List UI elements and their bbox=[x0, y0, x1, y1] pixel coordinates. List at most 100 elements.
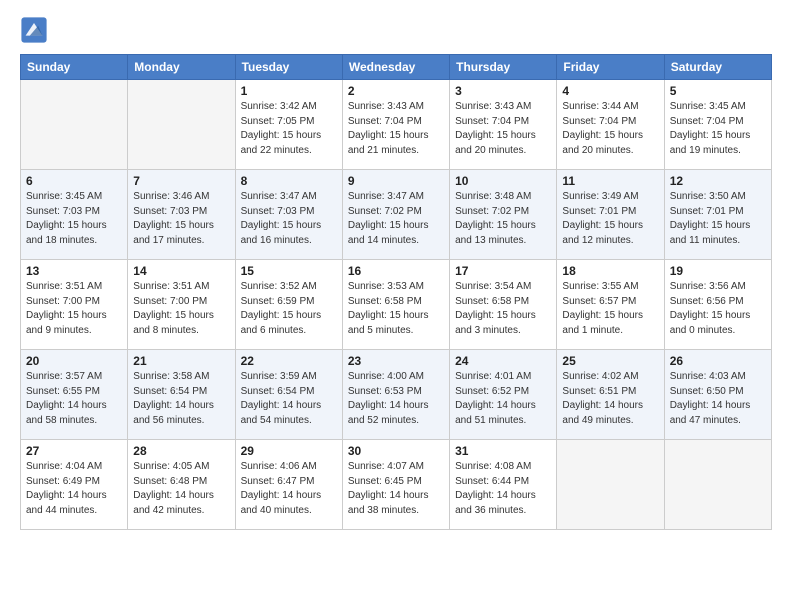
day-number: 21 bbox=[133, 354, 229, 368]
calendar-cell: 24 Sunrise: 4:01 AMSunset: 6:52 PMDayligh… bbox=[450, 350, 557, 440]
calendar-cell: 25 Sunrise: 4:02 AMSunset: 6:51 PMDayligh… bbox=[557, 350, 664, 440]
calendar-cell: 3 Sunrise: 3:43 AMSunset: 7:04 PMDaylight… bbox=[450, 80, 557, 170]
day-info: Sunrise: 3:44 AMSunset: 7:04 PMDaylight:… bbox=[562, 100, 658, 158]
day-info: Sunrise: 3:48 AMSunset: 7:02 PMDaylight:… bbox=[455, 190, 551, 248]
day-number: 23 bbox=[348, 354, 444, 368]
calendar-cell: 21 Sunrise: 3:58 AMSunset: 6:54 PMDayligh… bbox=[128, 350, 235, 440]
calendar-cell: 26Sunrise: 4:03 AMSunset: 6:50 PMDayligh… bbox=[664, 350, 771, 440]
day-info: Sunrise: 4:03 AMSunset: 6:50 PMDaylight:… bbox=[670, 370, 766, 428]
day-info: Sunrise: 4:07 AMSunset: 6:45 PMDaylight:… bbox=[348, 460, 444, 518]
calendar-cell bbox=[664, 440, 771, 530]
day-info: Sunrise: 3:45 AMSunset: 7:04 PMDaylight:… bbox=[670, 100, 766, 158]
calendar-cell bbox=[557, 440, 664, 530]
day-number: 18 bbox=[562, 264, 658, 278]
day-info: Sunrise: 3:54 AMSunset: 6:58 PMDaylight:… bbox=[455, 280, 551, 338]
calendar-weekday-friday: Friday bbox=[557, 55, 664, 80]
day-number: 20 bbox=[26, 354, 122, 368]
day-info: Sunrise: 3:51 AMSunset: 7:00 PMDaylight:… bbox=[133, 280, 229, 338]
day-info: Sunrise: 3:45 AMSunset: 7:03 PMDaylight:… bbox=[26, 190, 122, 248]
calendar-cell: 28Sunrise: 4:05 AMSunset: 6:48 PMDayligh… bbox=[128, 440, 235, 530]
calendar-cell: 13 Sunrise: 3:51 AMSunset: 7:00 PMDayligh… bbox=[21, 260, 128, 350]
day-number: 15 bbox=[241, 264, 337, 278]
calendar-cell: 5 Sunrise: 3:45 AMSunset: 7:04 PMDaylight… bbox=[664, 80, 771, 170]
day-number: 22 bbox=[241, 354, 337, 368]
day-number: 12 bbox=[670, 174, 766, 188]
day-number: 6 bbox=[26, 174, 122, 188]
day-info: Sunrise: 3:43 AMSunset: 7:04 PMDaylight:… bbox=[455, 100, 551, 158]
day-info: Sunrise: 4:05 AMSunset: 6:48 PMDaylight:… bbox=[133, 460, 229, 518]
calendar-weekday-monday: Monday bbox=[128, 55, 235, 80]
calendar-cell: 11 Sunrise: 3:49 AMSunset: 7:01 PMDayligh… bbox=[557, 170, 664, 260]
day-info: Sunrise: 3:47 AMSunset: 7:03 PMDaylight:… bbox=[241, 190, 337, 248]
day-number: 10 bbox=[455, 174, 551, 188]
calendar-cell: 20 Sunrise: 3:57 AMSunset: 6:55 PMDayligh… bbox=[21, 350, 128, 440]
day-info: Sunrise: 3:58 AMSunset: 6:54 PMDaylight:… bbox=[133, 370, 229, 428]
day-number: 31 bbox=[455, 444, 551, 458]
calendar-week-row: 13 Sunrise: 3:51 AMSunset: 7:00 PMDayligh… bbox=[21, 260, 772, 350]
day-info: Sunrise: 4:04 AMSunset: 6:49 PMDaylight:… bbox=[26, 460, 122, 518]
calendar-cell: 19 Sunrise: 3:56 AMSunset: 6:56 PMDayligh… bbox=[664, 260, 771, 350]
calendar-cell: 12 Sunrise: 3:50 AMSunset: 7:01 PMDayligh… bbox=[664, 170, 771, 260]
day-number: 13 bbox=[26, 264, 122, 278]
calendar-cell: 4 Sunrise: 3:44 AMSunset: 7:04 PMDaylight… bbox=[557, 80, 664, 170]
day-number: 25 bbox=[562, 354, 658, 368]
day-info: Sunrise: 3:43 AMSunset: 7:04 PMDaylight:… bbox=[348, 100, 444, 158]
calendar-table: SundayMondayTuesdayWednesdayThursdayFrid… bbox=[20, 54, 772, 530]
logo bbox=[20, 16, 52, 44]
day-info: Sunrise: 3:49 AMSunset: 7:01 PMDaylight:… bbox=[562, 190, 658, 248]
calendar-weekday-wednesday: Wednesday bbox=[342, 55, 449, 80]
calendar-cell bbox=[21, 80, 128, 170]
calendar-cell: 14Sunrise: 3:51 AMSunset: 7:00 PMDayligh… bbox=[128, 260, 235, 350]
calendar-cell: 6 Sunrise: 3:45 AMSunset: 7:03 PMDaylight… bbox=[21, 170, 128, 260]
logo-icon bbox=[20, 16, 48, 44]
calendar-cell: 10 Sunrise: 3:48 AMSunset: 7:02 PMDayligh… bbox=[450, 170, 557, 260]
calendar-cell: 30 Sunrise: 4:07 AMSunset: 6:45 PMDayligh… bbox=[342, 440, 449, 530]
day-info: Sunrise: 4:01 AMSunset: 6:52 PMDaylight:… bbox=[455, 370, 551, 428]
day-number: 29 bbox=[241, 444, 337, 458]
day-info: Sunrise: 3:52 AMSunset: 6:59 PMDaylight:… bbox=[241, 280, 337, 338]
day-info: Sunrise: 3:46 AMSunset: 7:03 PMDaylight:… bbox=[133, 190, 229, 248]
day-number: 4 bbox=[562, 84, 658, 98]
calendar-cell bbox=[128, 80, 235, 170]
day-number: 7 bbox=[133, 174, 229, 188]
calendar-week-row: 20 Sunrise: 3:57 AMSunset: 6:55 PMDayligh… bbox=[21, 350, 772, 440]
calendar-header-row: SundayMondayTuesdayWednesdayThursdayFrid… bbox=[21, 55, 772, 80]
day-info: Sunrise: 3:42 AMSunset: 7:05 PMDaylight:… bbox=[241, 100, 337, 158]
calendar-weekday-saturday: Saturday bbox=[664, 55, 771, 80]
day-info: Sunrise: 3:57 AMSunset: 6:55 PMDaylight:… bbox=[26, 370, 122, 428]
day-number: 19 bbox=[670, 264, 766, 278]
day-number: 2 bbox=[348, 84, 444, 98]
day-info: Sunrise: 3:55 AMSunset: 6:57 PMDaylight:… bbox=[562, 280, 658, 338]
calendar-cell: 15 Sunrise: 3:52 AMSunset: 6:59 PMDayligh… bbox=[235, 260, 342, 350]
calendar-cell: 31 Sunrise: 4:08 AMSunset: 6:44 PMDayligh… bbox=[450, 440, 557, 530]
calendar-cell: 22 Sunrise: 3:59 AMSunset: 6:54 PMDayligh… bbox=[235, 350, 342, 440]
day-number: 30 bbox=[348, 444, 444, 458]
day-info: Sunrise: 3:56 AMSunset: 6:56 PMDaylight:… bbox=[670, 280, 766, 338]
calendar-cell: 9Sunrise: 3:47 AMSunset: 7:02 PMDaylight… bbox=[342, 170, 449, 260]
day-info: Sunrise: 4:08 AMSunset: 6:44 PMDaylight:… bbox=[455, 460, 551, 518]
day-info: Sunrise: 3:59 AMSunset: 6:54 PMDaylight:… bbox=[241, 370, 337, 428]
calendar-week-row: 1 Sunrise: 3:42 AMSunset: 7:05 PMDaylight… bbox=[21, 80, 772, 170]
day-number: 1 bbox=[241, 84, 337, 98]
calendar-cell: 29Sunrise: 4:06 AMSunset: 6:47 PMDayligh… bbox=[235, 440, 342, 530]
day-number: 3 bbox=[455, 84, 551, 98]
day-number: 5 bbox=[670, 84, 766, 98]
day-number: 8 bbox=[241, 174, 337, 188]
day-number: 11 bbox=[562, 174, 658, 188]
day-info: Sunrise: 3:50 AMSunset: 7:01 PMDaylight:… bbox=[670, 190, 766, 248]
calendar-cell: 17 Sunrise: 3:54 AMSunset: 6:58 PMDayligh… bbox=[450, 260, 557, 350]
page: SundayMondayTuesdayWednesdayThursdayFrid… bbox=[0, 0, 792, 612]
day-number: 17 bbox=[455, 264, 551, 278]
day-info: Sunrise: 3:47 AMSunset: 7:02 PMDaylight:… bbox=[348, 190, 444, 248]
day-info: Sunrise: 3:51 AMSunset: 7:00 PMDaylight:… bbox=[26, 280, 122, 338]
calendar-cell: 7 Sunrise: 3:46 AMSunset: 7:03 PMDaylight… bbox=[128, 170, 235, 260]
day-info: Sunrise: 4:00 AMSunset: 6:53 PMDaylight:… bbox=[348, 370, 444, 428]
day-info: Sunrise: 3:53 AMSunset: 6:58 PMDaylight:… bbox=[348, 280, 444, 338]
calendar-week-row: 27Sunrise: 4:04 AMSunset: 6:49 PMDayligh… bbox=[21, 440, 772, 530]
day-info: Sunrise: 4:02 AMSunset: 6:51 PMDaylight:… bbox=[562, 370, 658, 428]
calendar-weekday-tuesday: Tuesday bbox=[235, 55, 342, 80]
calendar-cell: 16Sunrise: 3:53 AMSunset: 6:58 PMDayligh… bbox=[342, 260, 449, 350]
day-number: 24 bbox=[455, 354, 551, 368]
calendar-cell: 8 Sunrise: 3:47 AMSunset: 7:03 PMDaylight… bbox=[235, 170, 342, 260]
calendar-week-row: 6 Sunrise: 3:45 AMSunset: 7:03 PMDaylight… bbox=[21, 170, 772, 260]
